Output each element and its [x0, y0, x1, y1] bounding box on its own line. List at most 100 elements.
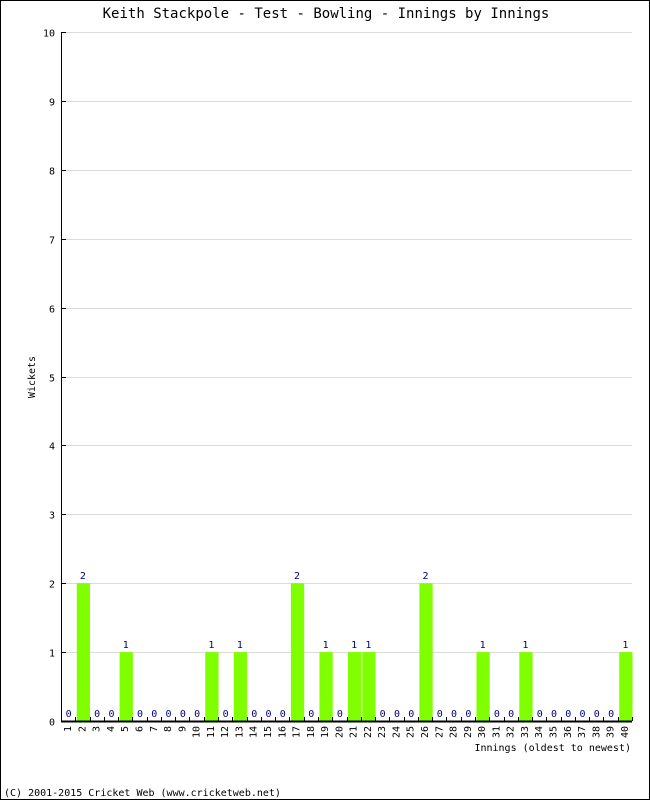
- data-label: 0: [166, 709, 172, 720]
- data-label: 0: [337, 709, 343, 720]
- data-label: 0: [66, 709, 72, 720]
- data-label: 0: [251, 709, 257, 720]
- x-tick-label: 26: [420, 726, 431, 738]
- x-tick-label: 23: [377, 726, 388, 738]
- bar: [362, 652, 376, 721]
- x-tick-label: 36: [563, 726, 574, 738]
- x-tick-label: 14: [249, 726, 260, 738]
- x-tick-label: 18: [306, 726, 317, 738]
- x-tick-label: 4: [106, 726, 117, 732]
- y-tick-label: 9: [49, 98, 55, 109]
- data-label: 0: [108, 709, 114, 720]
- x-tick-label: 11: [206, 726, 217, 738]
- data-label: 1: [480, 640, 486, 651]
- data-label: 0: [223, 709, 229, 720]
- axes: 0123456789101 2 3 4 5 6 7 8 9 10 11 12 13 14 15 16 17 18 1…: [43, 29, 633, 738]
- x-tick-label: 17: [292, 726, 303, 738]
- data-label: 0: [180, 709, 186, 720]
- data-label: 0: [280, 709, 286, 720]
- x-tick-label: 3: [92, 726, 103, 732]
- y-tick-label: 8: [49, 167, 55, 178]
- chart-title: Keith Stackpole - Test - Bowling - Innin…: [103, 6, 550, 22]
- y-axis-label: Wickets: [27, 356, 38, 398]
- data-label: 0: [437, 709, 443, 720]
- y-tick-label: 3: [49, 511, 55, 522]
- bar: [319, 652, 333, 721]
- x-tick-label: 7: [149, 726, 160, 732]
- data-label: 0: [451, 709, 457, 720]
- x-tick-label: 2: [77, 726, 88, 732]
- data-label: 0: [508, 709, 514, 720]
- data-label: 0: [94, 709, 100, 720]
- gridlines: [61, 32, 632, 653]
- bar: [76, 583, 91, 721]
- x-tick-label: 35: [548, 726, 559, 738]
- data-label: 0: [494, 709, 500, 720]
- data-label: 1: [208, 640, 214, 651]
- y-tick-label: 7: [49, 236, 55, 247]
- x-tick-label: 34: [534, 726, 545, 738]
- x-tick-label: 25: [406, 726, 417, 738]
- x-tick-label: 39: [606, 726, 617, 738]
- bar: [519, 652, 533, 721]
- x-tick-label: 27: [434, 726, 445, 738]
- bar: [119, 652, 133, 721]
- data-label: 1: [237, 640, 243, 651]
- x-tick-label: 5: [120, 726, 131, 732]
- data-label: 0: [551, 709, 557, 720]
- x-tick-label: 6: [135, 726, 146, 732]
- data-label: 0: [151, 709, 157, 720]
- data-label: 0: [408, 709, 414, 720]
- x-tick-label: 32: [506, 726, 517, 738]
- data-label: 2: [294, 571, 300, 582]
- data-label: 0: [265, 709, 271, 720]
- x-tick-label: 21: [349, 726, 360, 738]
- y-tick-label: 4: [49, 442, 55, 453]
- x-tick-label: 8: [163, 726, 174, 732]
- x-tick-label: 9: [177, 726, 188, 732]
- x-tick-label: 16: [277, 726, 288, 738]
- x-tick-label: 22: [363, 726, 374, 738]
- x-tick-label: 30: [477, 726, 488, 738]
- chart-frame: Keith Stackpole - Test - Bowling - Innin…: [0, 0, 650, 800]
- data-labels: 020 010 0 0 0 01010 0 020101 10 0 020 0 010 010 0 0 0 0 01: [66, 571, 629, 720]
- bar: [233, 652, 248, 721]
- data-label: 1: [622, 640, 628, 651]
- y-tick-label: 6: [49, 305, 55, 316]
- bar: [290, 583, 305, 721]
- bar: [476, 652, 490, 721]
- x-tick-label: 40: [620, 726, 631, 738]
- data-label: 1: [323, 640, 329, 651]
- data-label: 1: [365, 640, 371, 651]
- data-label: 2: [422, 571, 428, 582]
- data-label: 0: [537, 709, 543, 720]
- data-label: 0: [308, 709, 314, 720]
- x-tick-label: 28: [449, 726, 460, 738]
- x-tick-label: 13: [234, 726, 245, 738]
- y-tick-label: 1: [49, 649, 55, 660]
- x-tick-label: 33: [520, 726, 531, 738]
- bar: [348, 652, 362, 721]
- x-tick-label: 31: [491, 726, 502, 738]
- data-label: 0: [137, 709, 143, 720]
- x-tick-label: 24: [391, 726, 402, 738]
- x-axis-label: Innings (oldest to newest): [474, 743, 631, 754]
- x-tick-label: 37: [577, 726, 588, 738]
- x-tick-label: 38: [591, 726, 602, 738]
- data-label: 0: [465, 709, 471, 720]
- data-label: 0: [394, 709, 400, 720]
- x-tick-label: 1: [63, 726, 74, 732]
- data-label: 0: [580, 709, 586, 720]
- data-label: 0: [565, 709, 571, 720]
- data-label: 1: [123, 640, 129, 651]
- data-label: 0: [608, 709, 614, 720]
- y-tick-label: 10: [43, 29, 55, 40]
- x-tick-label: 12: [220, 726, 231, 738]
- data-label: 0: [380, 709, 386, 720]
- copyright-footer: (C) 2001-2015 Cricket Web (www.cricketwe…: [4, 788, 281, 799]
- data-label: 1: [351, 640, 357, 651]
- bar: [419, 583, 433, 721]
- data-label: 0: [194, 709, 200, 720]
- data-label: 2: [80, 571, 86, 582]
- bar: [205, 652, 219, 721]
